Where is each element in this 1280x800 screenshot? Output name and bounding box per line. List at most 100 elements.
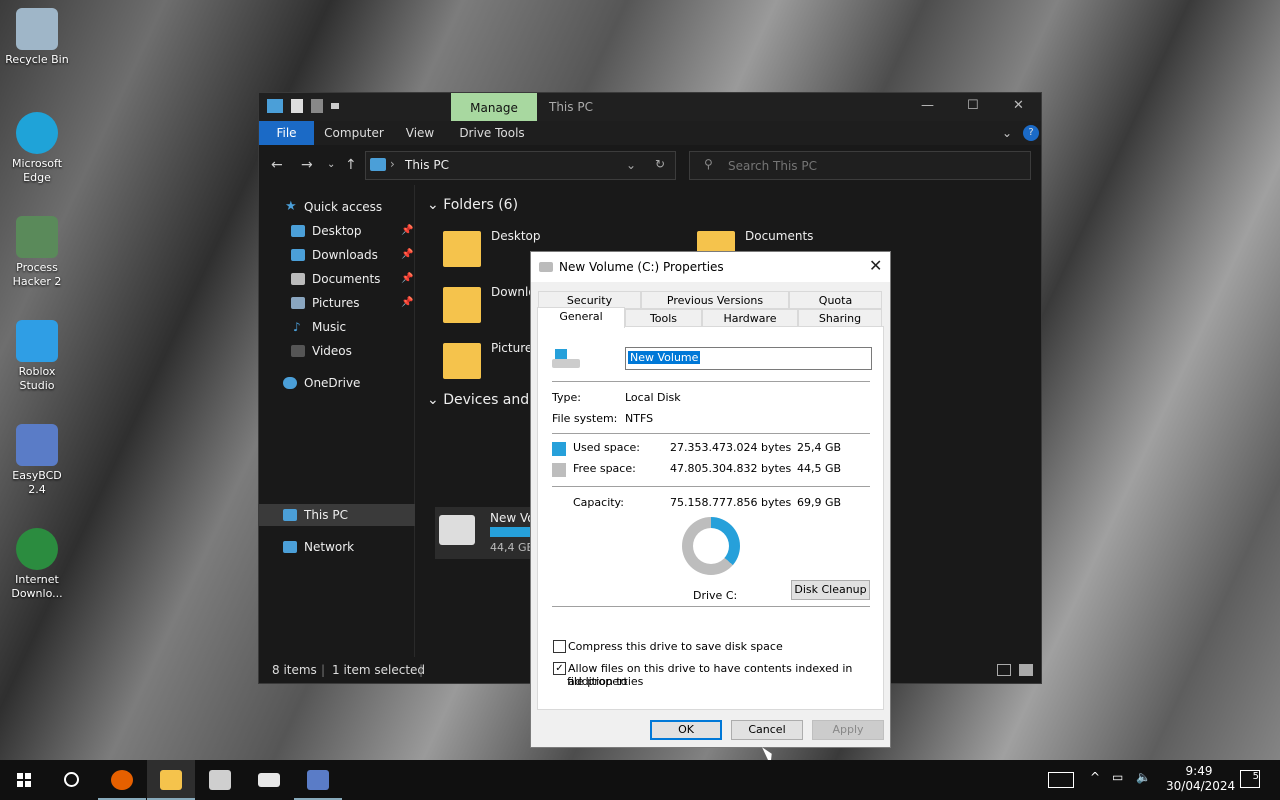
index-checkbox[interactable]: ✓ xyxy=(553,662,566,675)
drive-usage-bar xyxy=(490,527,535,537)
desktop-icon-edge[interactable]: Microsoft Edge xyxy=(2,112,72,185)
network-status-icon[interactable]: ▭ xyxy=(1112,770,1123,800)
chevron-down-icon[interactable]: ⌄ xyxy=(626,158,636,172)
tab-previous-versions[interactable]: Previous Versions xyxy=(641,291,789,309)
clock-date: 30/04/2024 xyxy=(1166,779,1236,793)
quick-access-toolbar xyxy=(267,99,339,113)
tab-drive-tools[interactable]: Drive Tools xyxy=(455,121,529,145)
taskbar-firefox[interactable] xyxy=(98,760,146,800)
nav-documents[interactable]: Documents 📌 xyxy=(259,268,415,290)
tab-tools[interactable]: Tools xyxy=(625,309,702,327)
refresh-icon[interactable]: ↻ xyxy=(655,157,665,171)
free-space-swatch xyxy=(552,463,566,477)
properties-icon[interactable] xyxy=(291,99,303,113)
nav-videos[interactable]: Videos xyxy=(259,340,415,362)
easybcd-icon xyxy=(16,424,58,466)
tab-hardware[interactable]: Hardware xyxy=(702,309,798,327)
pin-icon[interactable]: 📌 xyxy=(401,292,413,314)
cancel-button[interactable]: Cancel xyxy=(731,720,803,740)
nav-music[interactable]: ♪ Music xyxy=(259,316,415,338)
pin-icon[interactable]: 📌 xyxy=(401,268,413,290)
ribbon-tabs: File Computer View Drive Tools ⌄ ? xyxy=(259,121,1041,145)
drive-label: Drive C: xyxy=(693,589,738,602)
start-button[interactable] xyxy=(0,760,48,800)
desktop-icon-roblox-studio[interactable]: Roblox Studio xyxy=(2,320,72,393)
folders-header[interactable]: ⌄ Folders (6) xyxy=(427,197,518,213)
documents-icon xyxy=(291,273,305,285)
drive-c[interactable]: New Vo 44,4 GB xyxy=(435,507,535,559)
breadcrumb-separator-icon: › xyxy=(390,157,395,171)
compress-checkbox[interactable] xyxy=(553,640,566,653)
tab-computer[interactable]: Computer xyxy=(321,121,387,145)
ok-button[interactable]: OK xyxy=(650,720,722,740)
address-bar[interactable]: › This PC ⌄ ↻ xyxy=(365,151,676,180)
taskbar-mail[interactable] xyxy=(245,760,293,800)
clock-time: 9:49 xyxy=(1185,764,1213,778)
desktop-icon-easybcd[interactable]: EasyBCD 2.4 xyxy=(2,424,72,497)
pin-icon[interactable]: 📌 xyxy=(401,244,413,266)
taskbar-store[interactable] xyxy=(196,760,244,800)
details-view-icon[interactable] xyxy=(997,664,1011,676)
network-icon xyxy=(283,541,297,553)
devices-header[interactable]: ⌄ Devices and d xyxy=(427,392,543,408)
desktop-icon-internet-download[interactable]: Internet Downlo... xyxy=(2,528,72,601)
close-icon[interactable]: ✕ xyxy=(1013,98,1024,113)
pin-icon[interactable]: 📌 xyxy=(401,220,413,242)
new-folder-icon[interactable] xyxy=(311,99,323,113)
navigation-pane: ★ Quick access Desktop 📌 Downloads 📌 Docume… xyxy=(259,185,415,657)
nav-downloads[interactable]: Downloads 📌 xyxy=(259,244,415,266)
apply-button[interactable]: Apply xyxy=(812,720,884,740)
close-icon[interactable]: ✕ xyxy=(869,256,882,275)
chevron-down-icon[interactable] xyxy=(331,103,339,109)
clock[interactable]: 9:49 30/04/2024 xyxy=(1166,764,1236,800)
selection-count: 1 item selected xyxy=(332,663,426,677)
nav-network[interactable]: Network xyxy=(259,536,415,558)
tab-view[interactable]: View xyxy=(399,121,441,145)
desktop-icon-process-hacker[interactable]: Process Hacker 2 xyxy=(2,216,72,289)
videos-icon xyxy=(291,345,305,357)
desktop-icon-recycle-bin[interactable]: Recycle Bin xyxy=(2,8,72,67)
address-row: ← → ⌄ ↑ › This PC ⌄ ↻ ⚲ xyxy=(259,147,1041,183)
nav-quick-access[interactable]: ★ Quick access xyxy=(259,196,415,218)
tab-manage[interactable]: Manage xyxy=(451,93,537,121)
tab-file[interactable]: File xyxy=(259,121,314,145)
nav-pictures[interactable]: Pictures 📌 xyxy=(259,292,415,314)
tab-sharing[interactable]: Sharing xyxy=(798,309,882,327)
drive-icon xyxy=(439,515,475,545)
used-space-gb: 25,4 GB xyxy=(797,441,842,454)
computer-settings-icon xyxy=(307,770,329,790)
ribbon-expand-icon[interactable]: ⌄ xyxy=(999,121,1015,145)
this-pc-icon xyxy=(283,509,297,521)
item-count: 8 items xyxy=(272,663,317,677)
capacity-bytes: 75.158.777.856 bytes xyxy=(670,496,792,509)
nav-onedrive[interactable]: OneDrive xyxy=(259,372,415,394)
volume-muted-icon[interactable]: 🔈 xyxy=(1136,770,1151,800)
back-icon[interactable]: ← xyxy=(271,157,283,173)
nav-desktop[interactable]: Desktop 📌 xyxy=(259,220,415,242)
breadcrumb: This PC xyxy=(405,158,449,172)
taskbar-file-explorer[interactable] xyxy=(147,760,195,800)
search-button[interactable] xyxy=(48,760,96,800)
minimize-icon[interactable]: — xyxy=(921,98,934,113)
tab-general[interactable]: General xyxy=(537,307,625,328)
nav-this-pc[interactable]: This PC xyxy=(259,504,415,526)
chevron-up-icon[interactable]: ^ xyxy=(1090,770,1100,800)
notifications-icon[interactable]: 5 xyxy=(1240,770,1260,788)
up-icon[interactable]: ↑ xyxy=(345,157,357,173)
file-system-value: NTFS xyxy=(625,412,654,425)
large-icons-view-icon[interactable] xyxy=(1019,664,1033,676)
search-box[interactable]: ⚲ xyxy=(689,151,1031,180)
dialog-title: New Volume (C:) Properties xyxy=(559,260,724,274)
help-icon[interactable]: ? xyxy=(1023,125,1039,141)
tab-quota[interactable]: Quota xyxy=(789,291,882,309)
forward-icon[interactable]: → xyxy=(301,157,313,173)
volume-name-input[interactable]: New Volume xyxy=(625,347,872,370)
search-input[interactable] xyxy=(728,156,1018,176)
maximize-icon[interactable]: ☐ xyxy=(967,98,979,113)
taskbar-system-tool[interactable] xyxy=(294,760,342,800)
desktop-icon xyxy=(291,225,305,237)
computer-icon[interactable] xyxy=(267,99,283,113)
recent-locations-icon[interactable]: ⌄ xyxy=(327,159,335,170)
disk-cleanup-button[interactable]: Disk Cleanup xyxy=(791,580,870,600)
keyboard-icon[interactable] xyxy=(1048,772,1074,788)
